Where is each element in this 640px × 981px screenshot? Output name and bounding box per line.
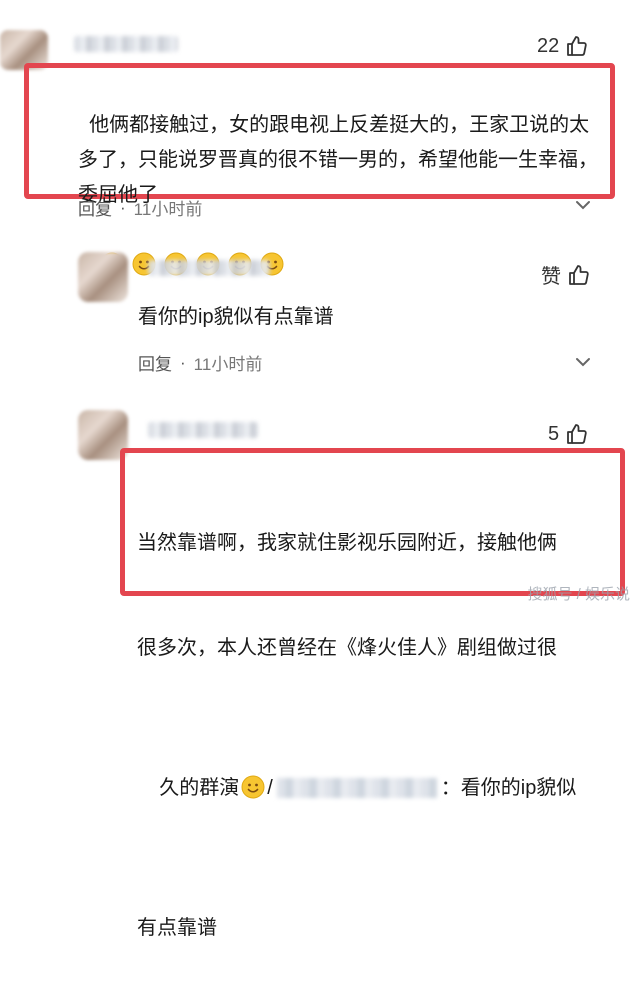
like-count: 22 <box>537 34 560 57</box>
comment-meta: 回复 · 11小时前 <box>78 195 202 220</box>
comment-meta: 回复 · 11小时前 <box>138 350 262 375</box>
chevron-down-icon[interactable] <box>575 200 591 210</box>
comment-text: 看你的ip貌似有点靠谱 <box>138 306 334 328</box>
timestamp: 11小时前 <box>193 355 263 374</box>
username-blurred[interactable] <box>148 260 270 276</box>
chevron-down-icon[interactable] <box>575 357 591 367</box>
reply-button[interactable]: 回复 <box>138 350 172 375</box>
like-button[interactable]: 22 <box>537 34 589 58</box>
timestamp: 11小时前 <box>133 200 203 219</box>
username-blurred[interactable] <box>148 422 258 438</box>
reply-button[interactable]: 回复 <box>78 195 112 220</box>
smile-emoji-icon <box>241 775 265 799</box>
like-button[interactable]: 赞 <box>541 260 591 289</box>
like-label: 赞 <box>541 266 561 288</box>
comment-text: 当然靠谱啊，我家就住影视乐园附近，接触他俩 很多次，本人还曾经在《烽火佳人》剧组… <box>137 532 577 939</box>
username-blurred[interactable] <box>74 36 178 52</box>
username-blurred[interactable] <box>276 778 437 798</box>
thumbs-up-icon <box>567 424 587 444</box>
thumbs-up-icon <box>569 264 589 285</box>
like-count: 5 <box>548 422 560 445</box>
thumbs-up-icon <box>567 36 587 56</box>
watermark: 搜狐号 / 娱乐说 <box>527 586 630 603</box>
avatar[interactable] <box>78 252 128 302</box>
like-button[interactable]: 5 <box>548 422 589 446</box>
